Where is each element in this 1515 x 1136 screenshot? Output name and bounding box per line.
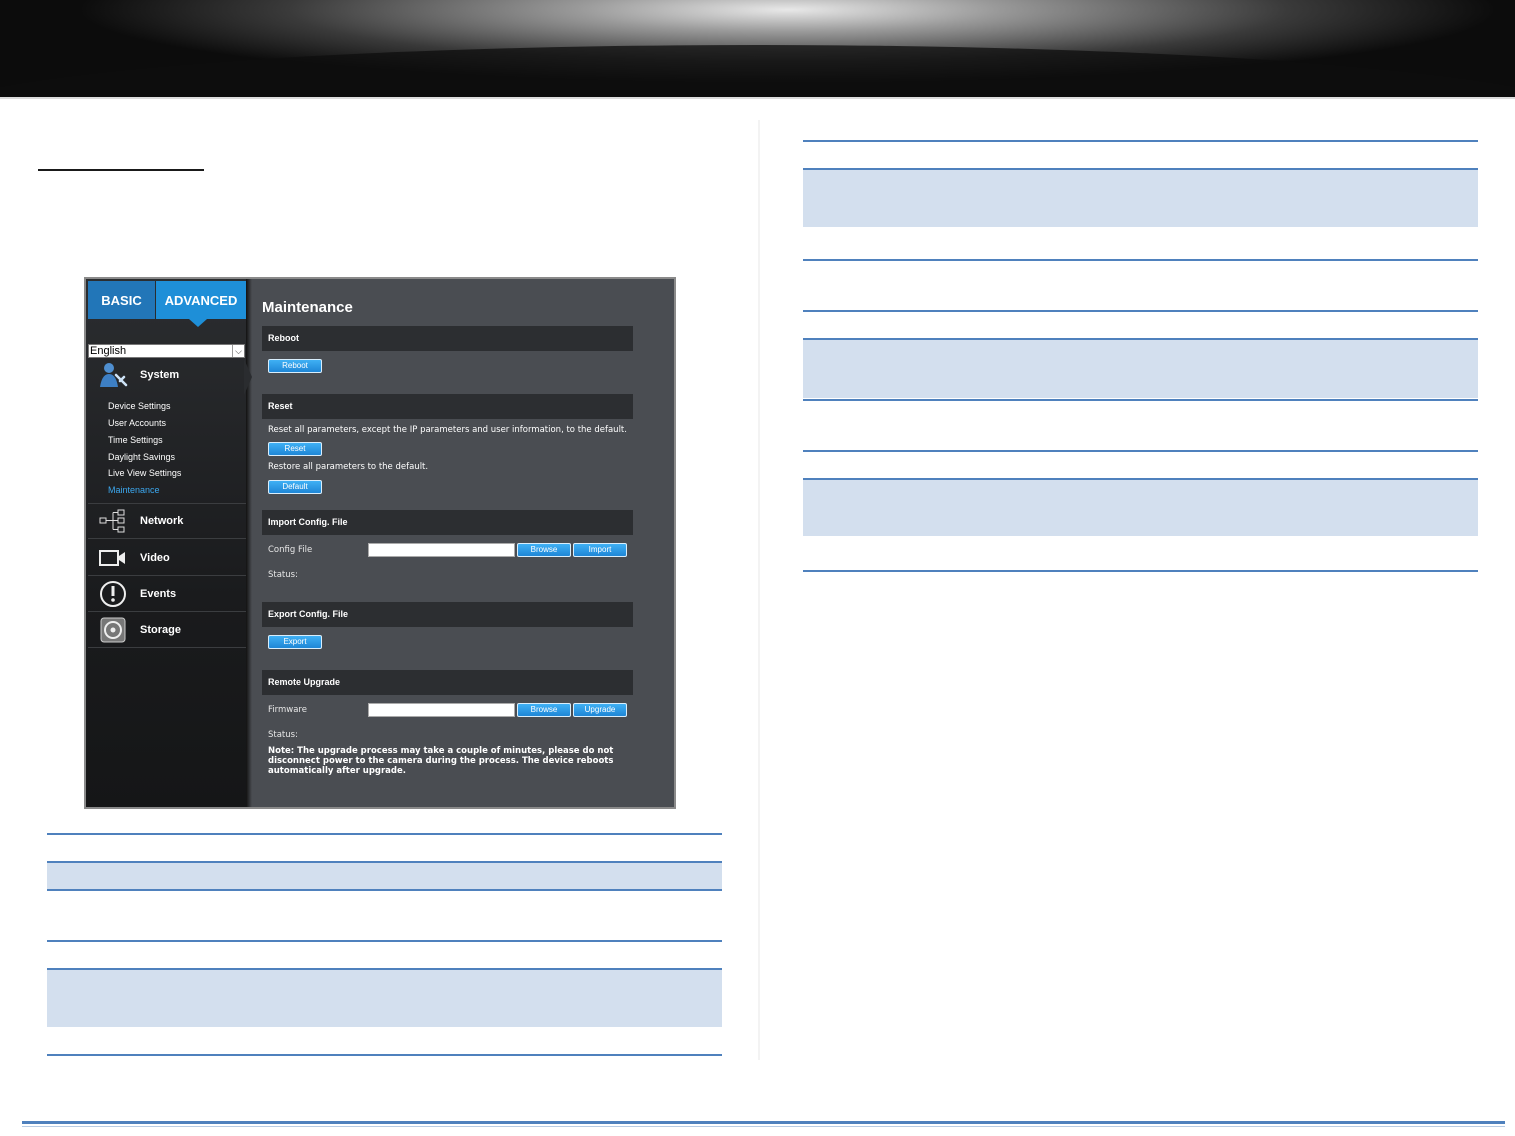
config-browse-button[interactable]: Browse <box>517 543 571 557</box>
table-rule <box>803 450 1478 452</box>
firmware-label: Firmware <box>268 705 307 715</box>
default-description: Restore all parameters to the default. <box>268 462 429 472</box>
table-row-shaded <box>803 339 1478 398</box>
upgrade-note: Note: The upgrade process may take a cou… <box>268 746 614 776</box>
table-row-shaded <box>47 969 722 1027</box>
import-status-label: Status: <box>268 570 298 580</box>
active-tab-indicator <box>189 319 207 327</box>
reset-description: Reset all parameters, except the IP para… <box>268 425 627 435</box>
upgrade-button[interactable]: Upgrade <box>573 703 627 717</box>
table-rule <box>803 570 1478 572</box>
section-header-remote-upgrade: Remote Upgrade <box>262 670 633 695</box>
table-row-shaded <box>803 169 1478 227</box>
sidebar: BASIC ADVANCED English ⌵ System Device S… <box>86 279 246 807</box>
sidebar-subitem-maintenance[interactable]: Maintenance <box>108 485 160 495</box>
table-rule <box>803 338 1478 340</box>
firmware-browse-button[interactable]: Browse <box>517 703 571 717</box>
sidebar-item-events[interactable]: Events <box>88 576 246 612</box>
tab-advanced[interactable]: ADVANCED <box>156 281 246 319</box>
language-select[interactable]: English ⌵ <box>88 344 245 358</box>
sidebar-subitem-live-view-settings[interactable]: Live View Settings <box>108 468 181 478</box>
video-camera-icon <box>94 543 132 573</box>
page-title: Maintenance <box>262 299 353 316</box>
upgrade-status-label: Status: <box>268 730 298 740</box>
banner-edge <box>0 97 1515 99</box>
section-header-import-config: Import Config. File <box>262 510 633 535</box>
table-rule <box>47 861 722 863</box>
active-menu-pointer <box>244 359 252 395</box>
network-tree-icon <box>94 506 132 536</box>
section-header-reboot: Reboot <box>262 326 633 351</box>
table-row-shaded <box>47 862 722 889</box>
user-settings-icon <box>94 360 132 390</box>
section-header-reset: Reset <box>262 394 633 419</box>
sidebar-item-label: Network <box>140 515 184 527</box>
language-select-value: English <box>90 345 127 357</box>
footer-rule-thin <box>22 1126 1505 1127</box>
table-rule <box>47 940 722 942</box>
table-rule <box>803 259 1478 261</box>
table-rule <box>803 140 1478 142</box>
footer-rule <box>22 1121 1505 1124</box>
table-rule <box>803 478 1478 480</box>
reboot-button[interactable]: Reboot <box>268 359 322 373</box>
table-rule <box>47 833 722 835</box>
config-file-input[interactable] <box>368 543 515 557</box>
sidebar-item-label: Storage <box>140 623 181 636</box>
sidebar-item-network[interactable]: Network <box>88 503 246 539</box>
firmware-file-input[interactable] <box>368 703 515 717</box>
column-divider <box>758 120 760 1060</box>
table-rule <box>47 968 722 970</box>
sidebar-subitem-user-accounts[interactable]: User Accounts <box>108 418 166 428</box>
import-button[interactable]: Import <box>573 543 627 557</box>
table-rule <box>803 399 1478 401</box>
config-file-label: Config File <box>268 545 313 555</box>
alert-icon <box>94 579 132 609</box>
sidebar-subitem-time-settings[interactable]: Time Settings <box>108 435 163 445</box>
section-title-underline <box>38 169 204 171</box>
table-rule <box>47 1054 722 1056</box>
sidebar-item-video[interactable]: Video <box>88 540 246 576</box>
dropdown-arrow-icon[interactable]: ⌵ <box>232 345 244 357</box>
table-rule <box>803 310 1478 312</box>
tab-basic[interactable]: BASIC <box>88 281 155 319</box>
table-rule <box>803 168 1478 170</box>
camera-ui-screenshot: BASIC ADVANCED English ⌵ System Device S… <box>84 277 676 809</box>
sidebar-item-label: Events <box>140 587 177 600</box>
sidebar-item-system[interactable]: System <box>88 357 246 393</box>
export-button[interactable]: Export <box>268 635 322 649</box>
sidebar-item-label: Video <box>140 551 170 564</box>
default-button[interactable]: Default <box>268 480 322 494</box>
sidebar-item-label: System <box>140 369 180 381</box>
sidebar-item-storage[interactable]: Storage <box>88 612 246 648</box>
table-rule <box>47 889 722 891</box>
header-banner <box>0 0 1515 97</box>
section-header-export-config: Export Config. File <box>262 602 633 627</box>
sidebar-subitem-device-settings[interactable]: Device Settings <box>108 401 171 411</box>
reset-button[interactable]: Reset <box>268 442 322 456</box>
storage-disk-icon <box>94 615 132 645</box>
sidebar-subitem-daylight-savings[interactable]: Daylight Savings <box>108 452 175 462</box>
table-row-shaded <box>803 479 1478 536</box>
